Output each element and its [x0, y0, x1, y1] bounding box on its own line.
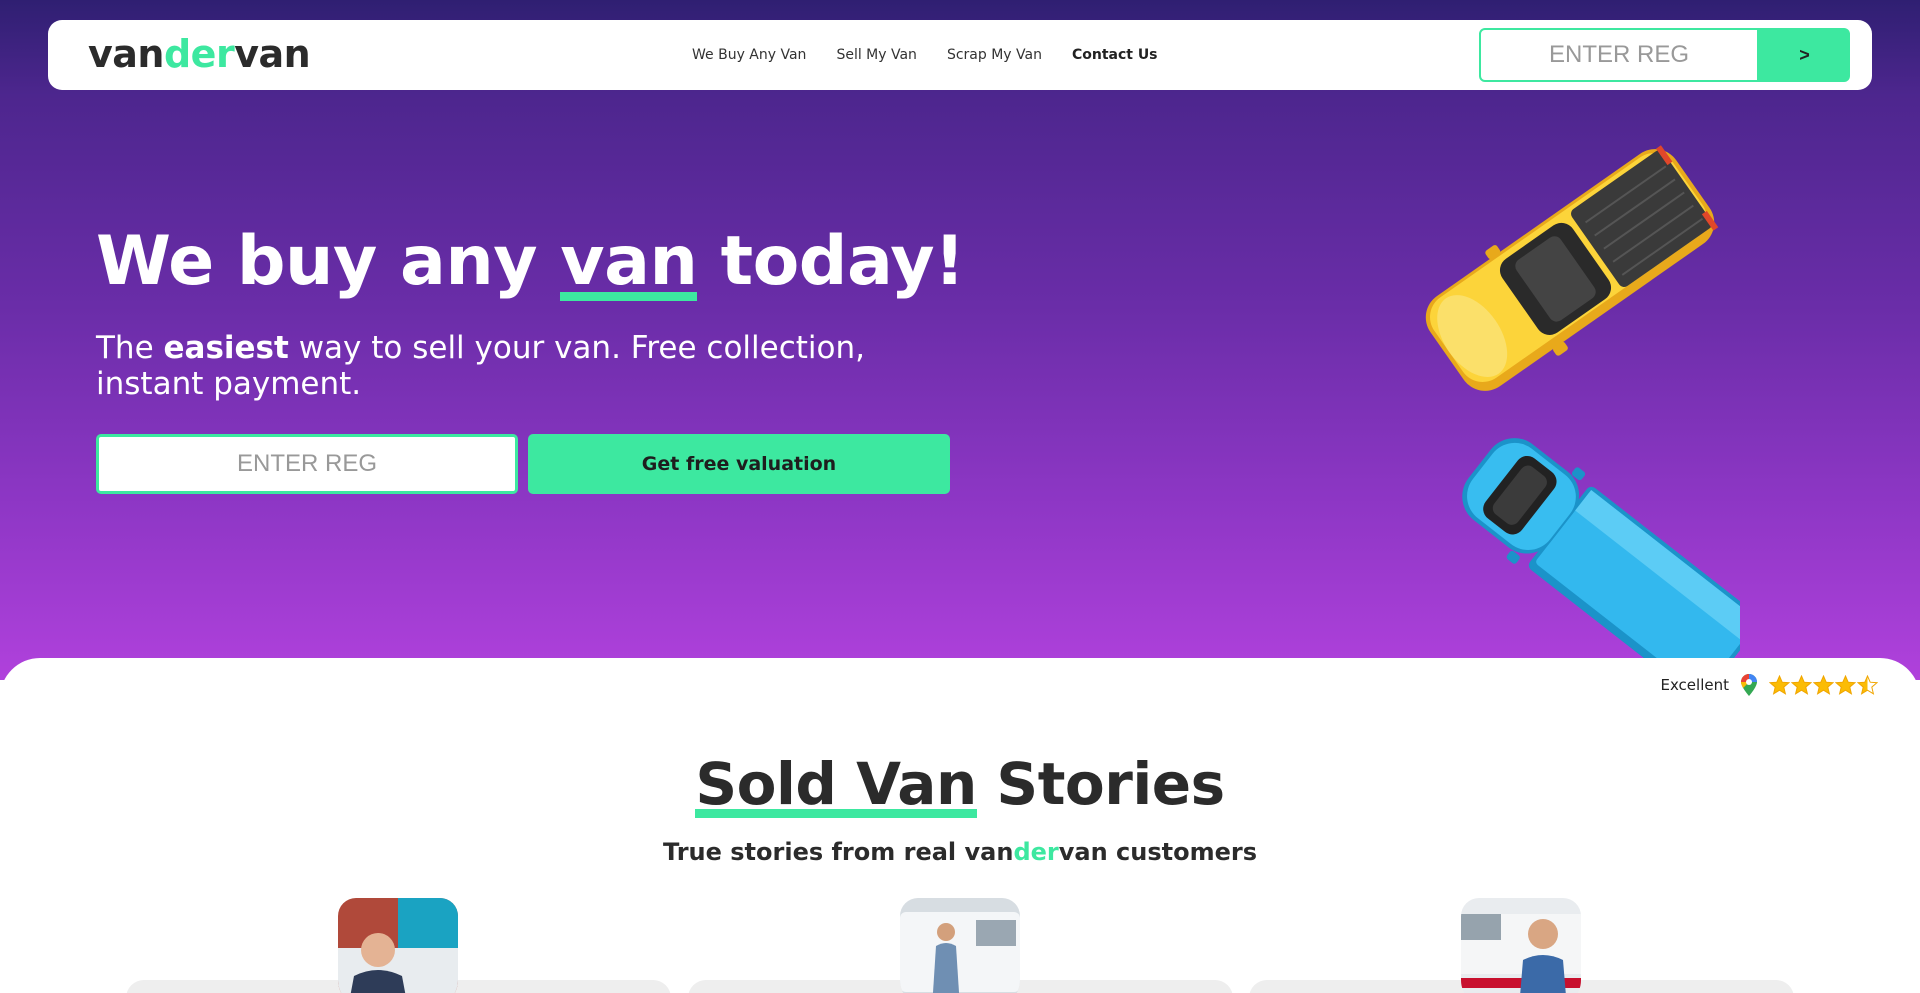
star-icon	[1813, 674, 1834, 695]
hero-section: vandervan We Buy Any Van Sell My Van Scr…	[0, 0, 1920, 680]
rating-label: Excellent	[1660, 676, 1729, 694]
yellow-pickup-illustration	[1425, 145, 1719, 391]
hero-title-highlight: van	[560, 222, 698, 301]
main-nav: We Buy Any Van Sell My Van Scrap My Van …	[692, 20, 1158, 90]
star-icon	[1791, 674, 1812, 695]
nav-reg-input[interactable]	[1479, 28, 1759, 82]
google-maps-pin-icon	[1741, 674, 1757, 696]
nav-link-we-buy-any-van[interactable]: We Buy Any Van	[692, 47, 806, 63]
hero-title: We buy any van today!	[96, 222, 965, 301]
story-avatar	[1461, 898, 1581, 993]
star-icon	[1769, 674, 1790, 695]
get-free-valuation-button[interactable]: Get free valuation	[528, 434, 950, 494]
logo[interactable]: vandervan	[88, 32, 311, 76]
nav-reg-submit-button[interactable]: >	[1759, 28, 1850, 82]
story-avatar	[338, 898, 458, 993]
hero-subtitle: The easiest way to sell your van. Free c…	[96, 330, 866, 402]
star-icon	[1857, 674, 1878, 695]
nav-link-contact-us[interactable]: Contact Us	[1072, 47, 1158, 63]
star-icon	[1835, 674, 1856, 695]
nav-link-sell-my-van[interactable]: Sell My Van	[836, 47, 917, 63]
rating-widget[interactable]: Excellent	[1660, 674, 1878, 696]
blue-van-illustration	[1462, 438, 1740, 658]
section-title: Sold Van Stories	[695, 750, 1225, 818]
section-subtitle: True stories from real vandervan custome…	[662, 838, 1258, 866]
story-avatar	[900, 898, 1020, 993]
top-navbar: vandervan We Buy Any Van Sell My Van Scr…	[48, 20, 1872, 90]
section-title-highlight: Sold Van	[695, 750, 977, 818]
hero-reg-input[interactable]	[96, 434, 518, 494]
nav-link-scrap-my-van[interactable]: Scrap My Van	[947, 47, 1042, 63]
rating-stars	[1769, 674, 1878, 696]
